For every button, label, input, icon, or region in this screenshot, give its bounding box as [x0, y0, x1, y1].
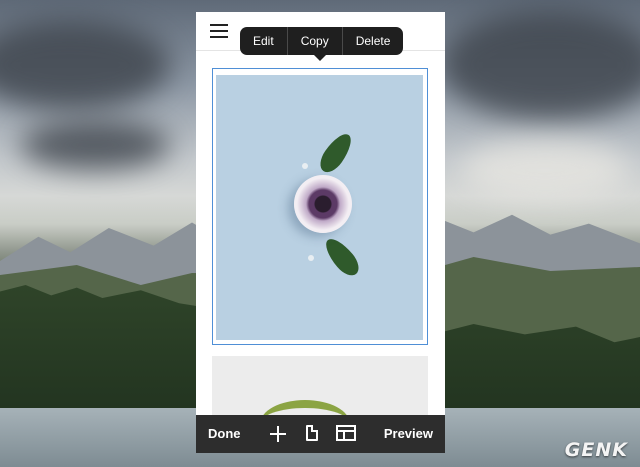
- page-content: [196, 51, 445, 426]
- selected-image-block[interactable]: [212, 68, 428, 345]
- cloud: [440, 10, 640, 120]
- page-icon[interactable]: [306, 425, 318, 441]
- leaf: [320, 233, 364, 281]
- context-menu: Edit Copy Delete: [240, 27, 404, 55]
- edit-button[interactable]: Edit: [240, 27, 288, 55]
- cloud: [20, 120, 170, 170]
- leaf: [315, 129, 357, 177]
- delete-button[interactable]: Delete: [343, 27, 404, 55]
- cloud: [460, 140, 630, 200]
- editor-frame: Edit Copy Delete Done Preview: [196, 12, 445, 453]
- cloud: [0, 20, 170, 110]
- done-button[interactable]: Done: [208, 415, 241, 453]
- bud: [308, 255, 314, 261]
- watermark-logo: GENK: [564, 439, 628, 461]
- bottom-toolbar: Done Preview: [196, 415, 445, 453]
- hamburger-menu-icon[interactable]: [210, 24, 228, 38]
- preview-button[interactable]: Preview: [384, 415, 433, 453]
- context-menu-pointer: [314, 55, 326, 61]
- add-icon[interactable]: [269, 425, 287, 443]
- layout-icon[interactable]: [336, 425, 356, 441]
- flower-image: [216, 75, 423, 340]
- bud: [302, 163, 308, 169]
- copy-button[interactable]: Copy: [288, 27, 343, 55]
- flower: [294, 175, 352, 233]
